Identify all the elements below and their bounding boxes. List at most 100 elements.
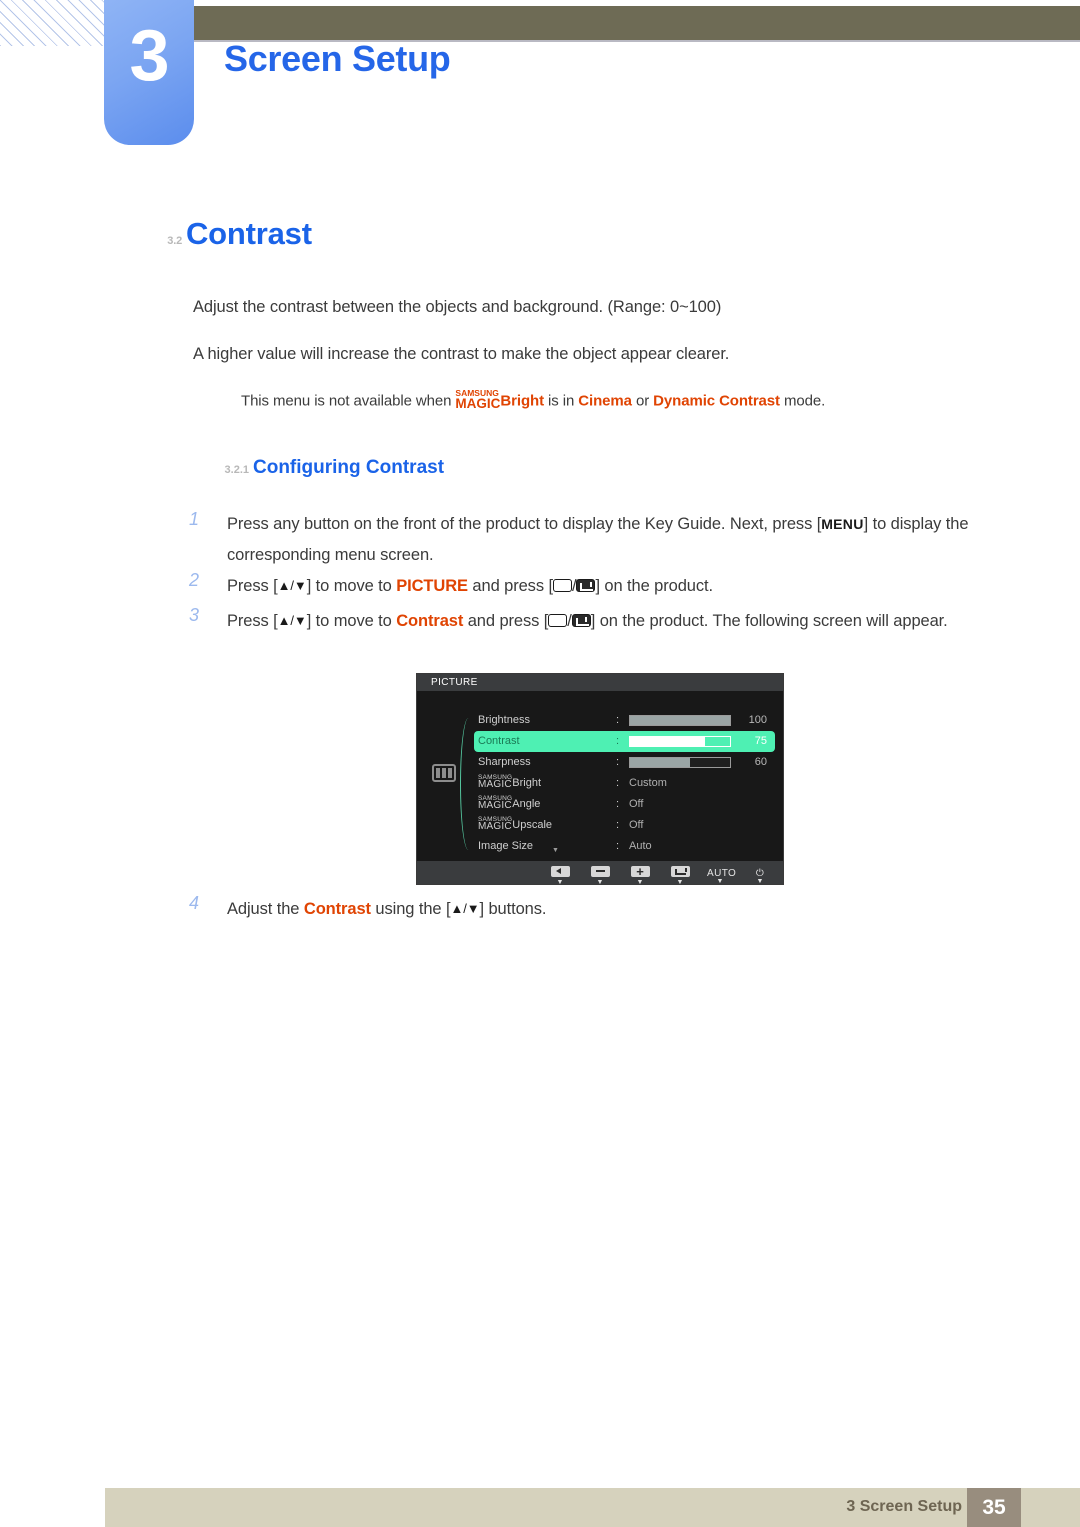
osd-logo-magic: MAGIC <box>478 821 512 832</box>
step-3-target-contrast: Contrast <box>396 612 464 630</box>
step-2-text-b: ] to move to <box>306 577 397 595</box>
step-3-text-c: and press [ <box>463 612 549 630</box>
osd-samsung-magic-logo: SAMSUNG MAGIC <box>478 774 512 791</box>
osd-button-enter[interactable]: ▼ <box>667 865 693 884</box>
step-3-text-d: ] on the product. The following screen w… <box>590 612 948 630</box>
note-prefix: This menu is not available when <box>241 392 456 410</box>
osd-brace-line <box>460 718 474 850</box>
osd-row-magic-bright[interactable]: SAMSUNG MAGIC Bright : Custom <box>474 773 775 794</box>
osd-value-contrast: 75 <box>754 735 767 747</box>
osd-row-magic-angle[interactable]: SAMSUNG MAGIC Angle : Off <box>474 794 775 815</box>
osd-colon: : <box>616 756 620 768</box>
step-4-number: 4 <box>189 893 199 913</box>
step-2-text-c: and press [ <box>467 577 553 595</box>
description-paragraph-1: Adjust the contrast between the objects … <box>193 298 722 316</box>
chapter-title: Screen Setup <box>224 38 451 79</box>
osd-magic-word-bright: Bright <box>512 777 542 789</box>
osd-value-magic-upscale: Off <box>629 819 644 831</box>
key-tick-icon: ▼ <box>676 878 684 885</box>
osd-row-sharpness[interactable]: Sharpness : 60 <box>474 752 775 773</box>
footer-chapter-label: 3 Screen Setup <box>846 1498 962 1515</box>
osd-slider-brightness[interactable] <box>629 715 731 726</box>
osd-label-magic-angle: SAMSUNG MAGIC Angle <box>478 794 616 815</box>
osd-slider-contrast[interactable] <box>629 736 731 747</box>
osd-title-bar: PICTURE <box>417 674 783 691</box>
step-3-text: Press [▲/▼] to move to Contrast and pres… <box>227 605 989 637</box>
step-3-text-b: ] to move to <box>306 612 397 630</box>
subsection-title: Configuring Contrast <box>253 457 445 478</box>
step-1-text: Press any button on the front of the pro… <box>227 509 1019 571</box>
osd-slider-sharpness[interactable] <box>629 757 731 768</box>
osd-magic-word-upscale: Upscale <box>512 819 553 831</box>
step-2-target-picture: PICTURE <box>396 577 468 595</box>
osd-samsung-magic-logo: SAMSUNG MAGIC <box>478 816 512 833</box>
osd-key-guide-bar: ▼ ▼ ▼ ▼ AUTO▼ ⏻▼ <box>417 861 783 884</box>
step-3: 3 Press [▲/▼] to move to Contrast and pr… <box>189 605 989 637</box>
key-tick-icon: ▼ <box>716 877 724 885</box>
availability-note: This menu is not available when SAMSUNG M… <box>241 389 825 410</box>
step-4: 4 Adjust the Contrast using the [▲/▼] bu… <box>189 893 989 925</box>
decorative-hatch-pattern <box>0 0 120 46</box>
step-4-target-contrast: Contrast <box>303 900 371 918</box>
osd-colon: : <box>616 798 620 810</box>
note-logo-word: Bright <box>500 392 544 410</box>
enter-icon <box>670 865 690 877</box>
step-4-text-c: ] buttons. <box>479 900 547 918</box>
button-box-icon <box>552 579 572 592</box>
osd-row-magic-upscale[interactable]: SAMSUNG MAGIC Upscale : Off <box>474 815 775 836</box>
subsection-number: 3.2.1 <box>224 464 249 476</box>
osd-label-magic-upscale: SAMSUNG MAGIC Upscale <box>478 815 616 836</box>
osd-magic-word-angle: Angle <box>512 798 541 810</box>
osd-samsung-magic-logo: SAMSUNG MAGIC <box>478 795 512 812</box>
osd-row-brightness[interactable]: Brightness : 100 <box>474 710 775 731</box>
step-1-text-a: Press any button on the front of the pro… <box>227 515 822 533</box>
note-mode-cinema: Cinema <box>578 392 632 410</box>
osd-button-minus[interactable]: ▼ <box>587 865 613 884</box>
note-conjunction: or <box>631 392 654 410</box>
subsection-heading: 3.2.1 Configuring Contrast <box>186 457 445 479</box>
key-tick-icon: ▼ <box>596 878 604 885</box>
enter-button-icon <box>571 614 591 627</box>
osd-logo-magic: MAGIC <box>478 779 512 790</box>
osd-colon: : <box>616 840 620 852</box>
picture-category-icon <box>432 764 456 782</box>
osd-label-sharpness: Sharpness <box>478 756 531 768</box>
section-number: 3.2 <box>167 235 182 247</box>
chapter-number-badge: 3 <box>104 0 194 145</box>
up-down-arrow-icon: ▲/▼ <box>277 578 307 593</box>
step-2-text: Press [▲/▼] to move to PICTURE and press… <box>227 570 1019 602</box>
step-2: 2 Press [▲/▼] to move to PICTURE and pre… <box>189 570 1019 602</box>
osd-button-power[interactable]: ⏻ ▼ <box>747 867 773 885</box>
step-3-text-a: Press [ <box>227 612 278 630</box>
osd-value-magic-angle: Off <box>629 798 644 810</box>
osd-menu-screenshot: PICTURE Brightness : 100 Contrast : 75 S… <box>416 673 784 885</box>
osd-value-magic-bright: Custom <box>629 777 667 789</box>
osd-row-image-size[interactable]: Image Size : Auto <box>474 836 775 857</box>
step-1-number: 1 <box>189 509 199 529</box>
osd-button-auto[interactable]: AUTO ▼ <box>707 867 736 885</box>
header-olive-bar <box>193 6 1080 40</box>
osd-button-plus[interactable]: ▼ <box>627 863 653 884</box>
osd-label-magic-bright: SAMSUNG MAGIC Bright <box>478 773 616 794</box>
step-2-text-a: Press [ <box>227 577 278 595</box>
osd-colon: : <box>616 819 620 831</box>
step-4-text: Adjust the Contrast using the [▲/▼] butt… <box>227 893 989 925</box>
menu-keycap: MENU <box>821 516 864 532</box>
osd-row-contrast[interactable]: Contrast : 75 <box>474 731 775 752</box>
key-tick-icon: ▼ <box>556 878 564 885</box>
page-root: 3 Screen Setup 3.2 Contrast Adjust the co… <box>0 0 1080 1527</box>
osd-logo-magic: MAGIC <box>478 800 512 811</box>
osd-more-items-chevron-down-icon[interactable]: ▼ <box>552 847 559 854</box>
key-tick-icon: ▼ <box>756 877 764 885</box>
osd-colon: : <box>616 714 620 726</box>
osd-colon: : <box>616 735 620 747</box>
osd-label-brightness: Brightness <box>478 714 530 726</box>
step-2-number: 2 <box>189 570 199 590</box>
step-4-text-a: Adjust the <box>227 900 304 918</box>
osd-value-brightness: 100 <box>748 714 767 726</box>
osd-value-sharpness: 60 <box>754 756 767 768</box>
step-3-number: 3 <box>189 605 199 625</box>
plus-icon <box>630 863 650 880</box>
osd-button-back[interactable]: ▼ <box>547 865 573 884</box>
osd-label-image-size: Image Size <box>478 840 534 852</box>
